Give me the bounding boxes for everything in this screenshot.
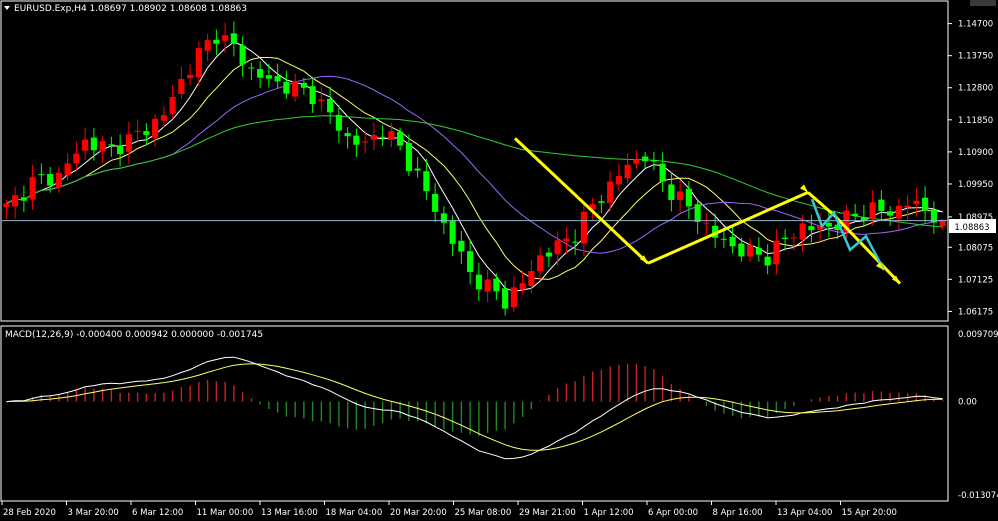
price-tick-label: 1.14700 xyxy=(958,20,993,30)
time-tick-label: 13 Apr 04:00 xyxy=(777,508,832,518)
time-tick-label: 25 Mar 08:00 xyxy=(455,508,512,518)
time-tick-label: 3 Mar 20:00 xyxy=(68,508,119,518)
trading-chart[interactable]: 1.14700 1.13750 1.12800 1.11850 1.10900 1.099… xyxy=(0,0,998,521)
time-tick-label: 18 Mar 04:00 xyxy=(326,508,383,518)
price-tick-label: 1.08075 xyxy=(958,243,993,253)
price-tick-label: 1.09950 xyxy=(958,180,993,190)
price-window-title: EURUSD.Exp,H4 1.08697 1.08902 1.08608 1.… xyxy=(14,4,247,14)
time-tick-label: 28 Feb 2020 xyxy=(3,508,56,518)
price-tick-label: 1.07125 xyxy=(958,275,993,285)
price-tick-label: 1.06175 xyxy=(958,307,993,317)
macd-window-title: MACD(12,26,9) -0.000400 0.000942 0.00000… xyxy=(5,330,263,340)
time-tick-label: 13 Mar 16:00 xyxy=(261,508,318,518)
price-tick-label: 1.11850 xyxy=(958,116,993,126)
time-tick-label: 29 Mar 21:00 xyxy=(519,508,576,518)
price-tick-label: 1.13750 xyxy=(958,52,993,62)
chart-background xyxy=(0,0,998,521)
macd-tick-label: -0.013074 xyxy=(958,491,998,501)
time-tick-label: 15 Apr 20:00 xyxy=(842,508,897,518)
current-price-label: 1.08863 xyxy=(954,223,989,233)
time-tick-label: 1 Apr 12:00 xyxy=(584,508,634,518)
price-tick-label: 1.10900 xyxy=(958,148,993,158)
time-tick-label: 6 Mar 12:00 xyxy=(132,508,183,518)
price-tick-label: 1.12800 xyxy=(958,84,993,94)
macd-tick-label: 0.00 xyxy=(958,398,977,408)
time-tick-label: 20 Mar 20:00 xyxy=(390,508,447,518)
time-tick-label: 8 Apr 16:00 xyxy=(713,508,763,518)
window-controls[interactable] xyxy=(970,0,996,6)
time-tick-label: 11 Mar 00:00 xyxy=(197,508,254,518)
time-tick-label: 6 Apr 00:00 xyxy=(648,508,698,518)
macd-tick-label: 0.009709 xyxy=(958,330,998,340)
